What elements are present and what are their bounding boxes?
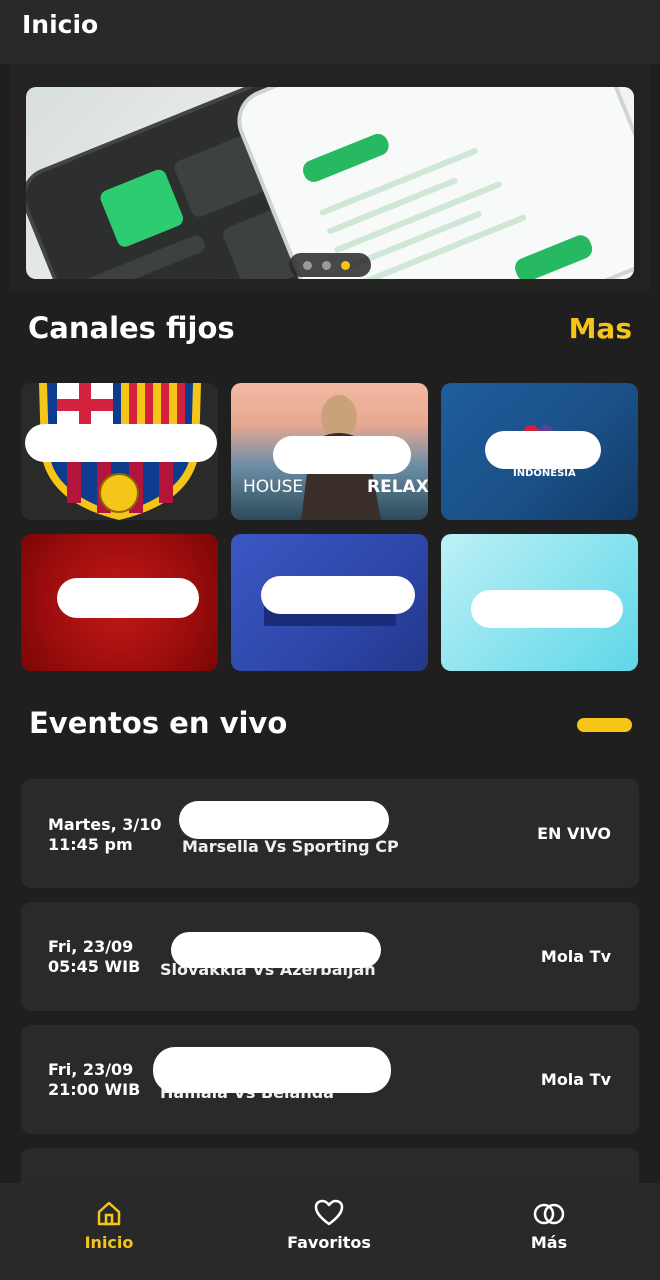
rings-icon [533, 1203, 565, 1225]
event-channel: Mola Tv [540, 947, 611, 966]
channel-label-left: HOUSE [243, 477, 304, 497]
carousel-dot-active[interactable] [341, 261, 350, 270]
channel-card-6[interactable] [441, 534, 638, 671]
nav-label-mas: Más [530, 1233, 568, 1252]
event-day: Fri, 23/09 [48, 937, 134, 956]
event-channel: Mola Tv [540, 1070, 611, 1089]
channel-card-5[interactable] [231, 534, 428, 671]
nav-label-favoritos: Favoritos [287, 1233, 371, 1252]
top-bar: Inicio [0, 0, 660, 64]
event-time: 21:00 WIB [48, 1080, 141, 1099]
promo-banner[interactable] [26, 87, 634, 279]
event-card-3[interactable]: Fri, 23/09 21:00 WIB Hamala Vs Belanda M… [21, 1025, 639, 1134]
more-channels-link[interactable]: Mas [569, 312, 632, 345]
live-indicator [577, 718, 632, 732]
channel-label-left: INDONESIA [513, 468, 576, 479]
eventos-title: Eventos en vivo [29, 706, 288, 740]
event-card-1[interactable]: Martes, 3/10 11:45 pm Marsella Vs Sporti… [21, 779, 639, 888]
nav-label-inicio: Inicio [84, 1233, 134, 1252]
carousel-dots[interactable] [289, 253, 371, 277]
event-teams: Marsella Vs Sporting CP [182, 837, 399, 856]
nav-item-inicio[interactable]: Inicio [39, 1199, 179, 1252]
event-time: 11:45 pm [48, 835, 133, 854]
nav-item-mas[interactable]: Más [479, 1199, 619, 1252]
carousel-dot[interactable] [303, 261, 312, 270]
event-channel: EN VIVO [537, 824, 611, 843]
channel-card-4[interactable] [21, 534, 218, 671]
event-card-2[interactable]: Fri, 23/09 05:45 WIB Slovakkia Vs Azerba… [21, 902, 639, 1011]
bottom-navigation: Inicio Favoritos Más [0, 1183, 660, 1280]
carousel-dot[interactable] [322, 261, 331, 270]
banner-phone-light-image [232, 87, 634, 279]
page-title: Inicio [22, 10, 99, 39]
event-day: Martes, 3/10 [48, 815, 162, 834]
nav-item-favoritos[interactable]: Favoritos [259, 1199, 399, 1252]
channel-label-right: RELAX [367, 477, 428, 497]
channel-card-2[interactable]: HOUSE RELAX [231, 383, 428, 520]
canales-title: Canales fijos [28, 311, 235, 345]
heart-icon [314, 1199, 344, 1226]
home-icon [97, 1201, 121, 1226]
channel-card-3[interactable]: INDONESIA [441, 383, 638, 520]
channel-card-1[interactable] [21, 383, 218, 520]
event-day: Fri, 23/09 [48, 1060, 134, 1079]
event-time: 05:45 WIB [48, 957, 141, 976]
